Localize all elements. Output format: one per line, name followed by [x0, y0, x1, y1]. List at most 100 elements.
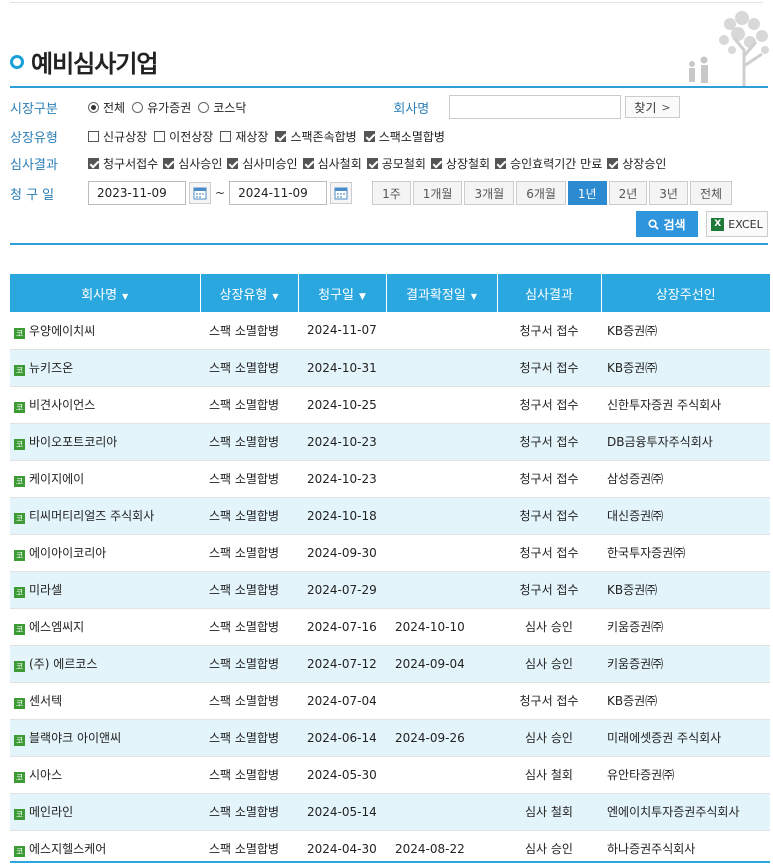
- company-name-cell[interactable]: 코 에스엠씨지: [10, 608, 200, 646]
- table-row[interactable]: 코 미라셀 스팩 소멸합병 2024-07-29 청구서 접수 KB증권㈜: [10, 571, 770, 609]
- company-name-cell[interactable]: 코 (주) 에르코스: [10, 645, 200, 683]
- company-name-cell[interactable]: 코 케이지에이: [10, 460, 200, 498]
- listing-type-label: 상장유형: [10, 130, 58, 146]
- company-name-link[interactable]: 미라셀: [29, 583, 62, 597]
- listing-type-cell: 스팩 소멸합병: [200, 423, 298, 461]
- company-name-cell[interactable]: 코 센서텍: [10, 682, 200, 720]
- table-row[interactable]: 코 케이지에이 스팩 소멸합병 2024-10-23 청구서 접수 삼성증권㈜: [10, 460, 770, 498]
- table-row[interactable]: 코 에스지헬스케어 스팩 소멸합병 2024-04-30 2024-08-22 심사 승인…: [10, 830, 770, 864]
- company-name-cell[interactable]: 코 티씨머티리얼즈 주식회사: [10, 497, 200, 535]
- listing-type-new[interactable]: 신규상장: [88, 128, 147, 145]
- period-6-month-button[interactable]: 6개월: [516, 181, 566, 205]
- listing-type-spac-extinct[interactable]: 스팩소멸합병: [363, 128, 445, 145]
- checkbox-checked-icon[interactable]: [607, 157, 619, 169]
- market-option-all[interactable]: 전체: [88, 99, 125, 116]
- company-name-link[interactable]: 바이오포트코리아: [29, 435, 117, 449]
- table-row[interactable]: 코 (주) 에르코스 스팩 소멸합병 2024-07-12 2024-09-04 심사 승…: [10, 645, 770, 683]
- listing-type-spac-survive[interactable]: 스팩존속합병: [275, 128, 357, 145]
- period-1-year-button[interactable]: 1년: [567, 181, 607, 205]
- table-row[interactable]: 코 우양에이치씨 스팩 소멸합병 2024-11-07 청구서 접수 KB증권㈜: [10, 312, 770, 350]
- table-row[interactable]: 코 에이아이코리아 스팩 소멸합병 2024-09-30 청구서 접수 한국투자증권㈜: [10, 534, 770, 572]
- company-name-link[interactable]: 블랙야크 아이앤씨: [29, 731, 121, 745]
- company-name-link[interactable]: 에스엠씨지: [29, 620, 84, 634]
- table-row[interactable]: 코 뉴키즈온 스팩 소멸합병 2024-10-31 청구서 접수 KB증권㈜: [10, 349, 770, 387]
- result-listing-withdrawn[interactable]: 상장철회: [430, 155, 490, 172]
- table-row[interactable]: 코 블랙야크 아이앤씨 스팩 소멸합병 2024-06-14 2024-09-26 심사 …: [10, 719, 770, 757]
- radio-icon[interactable]: [198, 101, 210, 113]
- table-row[interactable]: 코 티씨머티리얼즈 주식회사 스팩 소멸합병 2024-10-18 청구서 접수 대신증권…: [10, 497, 770, 535]
- header-result-date[interactable]: 결과확정일 ▼: [386, 274, 498, 312]
- company-name-link[interactable]: 티씨머티리얼즈 주식회사: [29, 509, 154, 523]
- company-name-cell[interactable]: 코 메인라인: [10, 793, 200, 831]
- company-name-link[interactable]: 시아스: [29, 768, 62, 782]
- result-approved[interactable]: 심사승인: [163, 155, 222, 172]
- checkbox-checked-icon[interactable]: [430, 157, 442, 169]
- company-name-cell[interactable]: 코 시아스: [10, 756, 200, 794]
- table-row[interactable]: 코 센서텍 스팩 소멸합병 2024-07-04 청구서 접수 KB증권㈜: [10, 682, 770, 720]
- company-name-link[interactable]: 케이지에이: [29, 472, 84, 486]
- company-name-cell[interactable]: 코 우양에이치씨: [10, 312, 200, 350]
- company-name-link[interactable]: 에스지헬스케어: [29, 842, 106, 856]
- header-claim-date[interactable]: 청구일 ▼: [298, 274, 387, 312]
- calendar-icon[interactable]: [189, 182, 211, 204]
- company-name-cell[interactable]: 코 에이아이코리아: [10, 534, 200, 572]
- company-name-link[interactable]: 비견사이언스: [29, 398, 95, 412]
- checkbox-checked-icon[interactable]: [88, 157, 99, 169]
- company-name-link[interactable]: (주) 에르코스: [29, 657, 97, 671]
- table-row[interactable]: 코 메인라인 스팩 소멸합병 2024-05-14 심사 철회 엔에이치투자증권주식회사: [10, 793, 770, 831]
- checkbox-checked-icon[interactable]: [163, 157, 175, 169]
- checkbox-checked-icon[interactable]: [227, 157, 239, 169]
- checkbox-icon[interactable]: [88, 130, 99, 142]
- company-name-cell[interactable]: 코 에스지헬스케어: [10, 830, 200, 864]
- table-row[interactable]: 코 에스엠씨지 스팩 소멸합병 2024-07-16 2024-10-10 심사 승인 키움…: [10, 608, 770, 646]
- result-claim-received[interactable]: 청구서접수: [88, 155, 158, 172]
- market-option-kospi[interactable]: 유가증권: [132, 99, 191, 116]
- period-3-year-button[interactable]: 3년: [649, 181, 688, 205]
- radio-icon[interactable]: [88, 101, 99, 113]
- company-name-input[interactable]: [449, 95, 622, 119]
- period-2-year-button[interactable]: 2년: [608, 181, 648, 205]
- company-name-cell[interactable]: 코 비견사이언스: [10, 386, 200, 424]
- checkbox-checked-icon[interactable]: [363, 130, 375, 142]
- company-name-cell[interactable]: 코 바이오포트코리아: [10, 423, 200, 461]
- company-name-cell[interactable]: 코 뉴키즈온: [10, 349, 200, 387]
- header-company-name[interactable]: 회사명 ▼: [10, 274, 201, 312]
- result-listing-approved[interactable]: 상장승인: [607, 155, 666, 172]
- company-name-link[interactable]: 센서텍: [29, 694, 62, 708]
- radio-icon[interactable]: [132, 101, 144, 113]
- listing-type-relisting[interactable]: 재상장: [220, 128, 268, 145]
- find-company-button[interactable]: 찾기 >: [625, 96, 680, 118]
- period-1-month-button[interactable]: 1개월: [412, 181, 463, 205]
- date-to-input[interactable]: 2024-11-09: [229, 181, 328, 205]
- checkbox-icon[interactable]: [154, 130, 166, 142]
- result-not-approved[interactable]: 심사미승인: [227, 155, 298, 172]
- result-approval-expired[interactable]: 승인효력기간 만료: [495, 155, 602, 172]
- period-3-month-button[interactable]: 3개월: [464, 181, 515, 205]
- market-option-kosdaq[interactable]: 코스닥: [198, 99, 246, 116]
- listing-type-transfer[interactable]: 이전상장: [154, 128, 213, 145]
- calendar-icon[interactable]: [330, 182, 353, 204]
- date-from-input[interactable]: 2023-11-09: [88, 181, 186, 205]
- table-row[interactable]: 코 비견사이언스 스팩 소멸합병 2024-10-25 청구서 접수 신한투자증권 주식회…: [10, 386, 770, 424]
- excel-download-button[interactable]: X EXCEL: [706, 211, 768, 237]
- period-all-button[interactable]: 전체: [689, 181, 733, 205]
- search-button[interactable]: 검색: [636, 211, 698, 237]
- checkbox-checked-icon[interactable]: [495, 157, 507, 169]
- company-name-link[interactable]: 뉴키즈온: [29, 361, 73, 375]
- checkbox-icon[interactable]: [220, 130, 232, 142]
- checkbox-checked-icon[interactable]: [302, 157, 314, 169]
- company-name-link[interactable]: 우양에이치씨: [29, 324, 95, 338]
- checkbox-checked-icon[interactable]: [275, 130, 287, 142]
- checkbox-checked-icon[interactable]: [366, 157, 378, 169]
- table-row[interactable]: 코 시아스 스팩 소멸합병 2024-05-30 심사 철회 유안타증권㈜: [10, 756, 770, 794]
- table-row[interactable]: 코 바이오포트코리아 스팩 소멸합병 2024-10-23 청구서 접수 DB금융투자주식…: [10, 423, 770, 461]
- company-name-cell[interactable]: 코 미라셀: [10, 571, 200, 609]
- header-listing-type[interactable]: 상장유형 ▼: [200, 274, 299, 312]
- listing-type-cell: 스팩 소멸합병: [200, 571, 298, 609]
- period-1-week-button[interactable]: 1주: [372, 181, 411, 205]
- company-name-link[interactable]: 에이아이코리아: [29, 546, 106, 560]
- result-offering-withdrawn[interactable]: 공모철회: [366, 155, 426, 172]
- company-name-link[interactable]: 메인라인: [29, 805, 73, 819]
- company-name-cell[interactable]: 코 블랙야크 아이앤씨: [10, 719, 200, 757]
- result-review-withdrawn[interactable]: 심사철회: [302, 155, 362, 172]
